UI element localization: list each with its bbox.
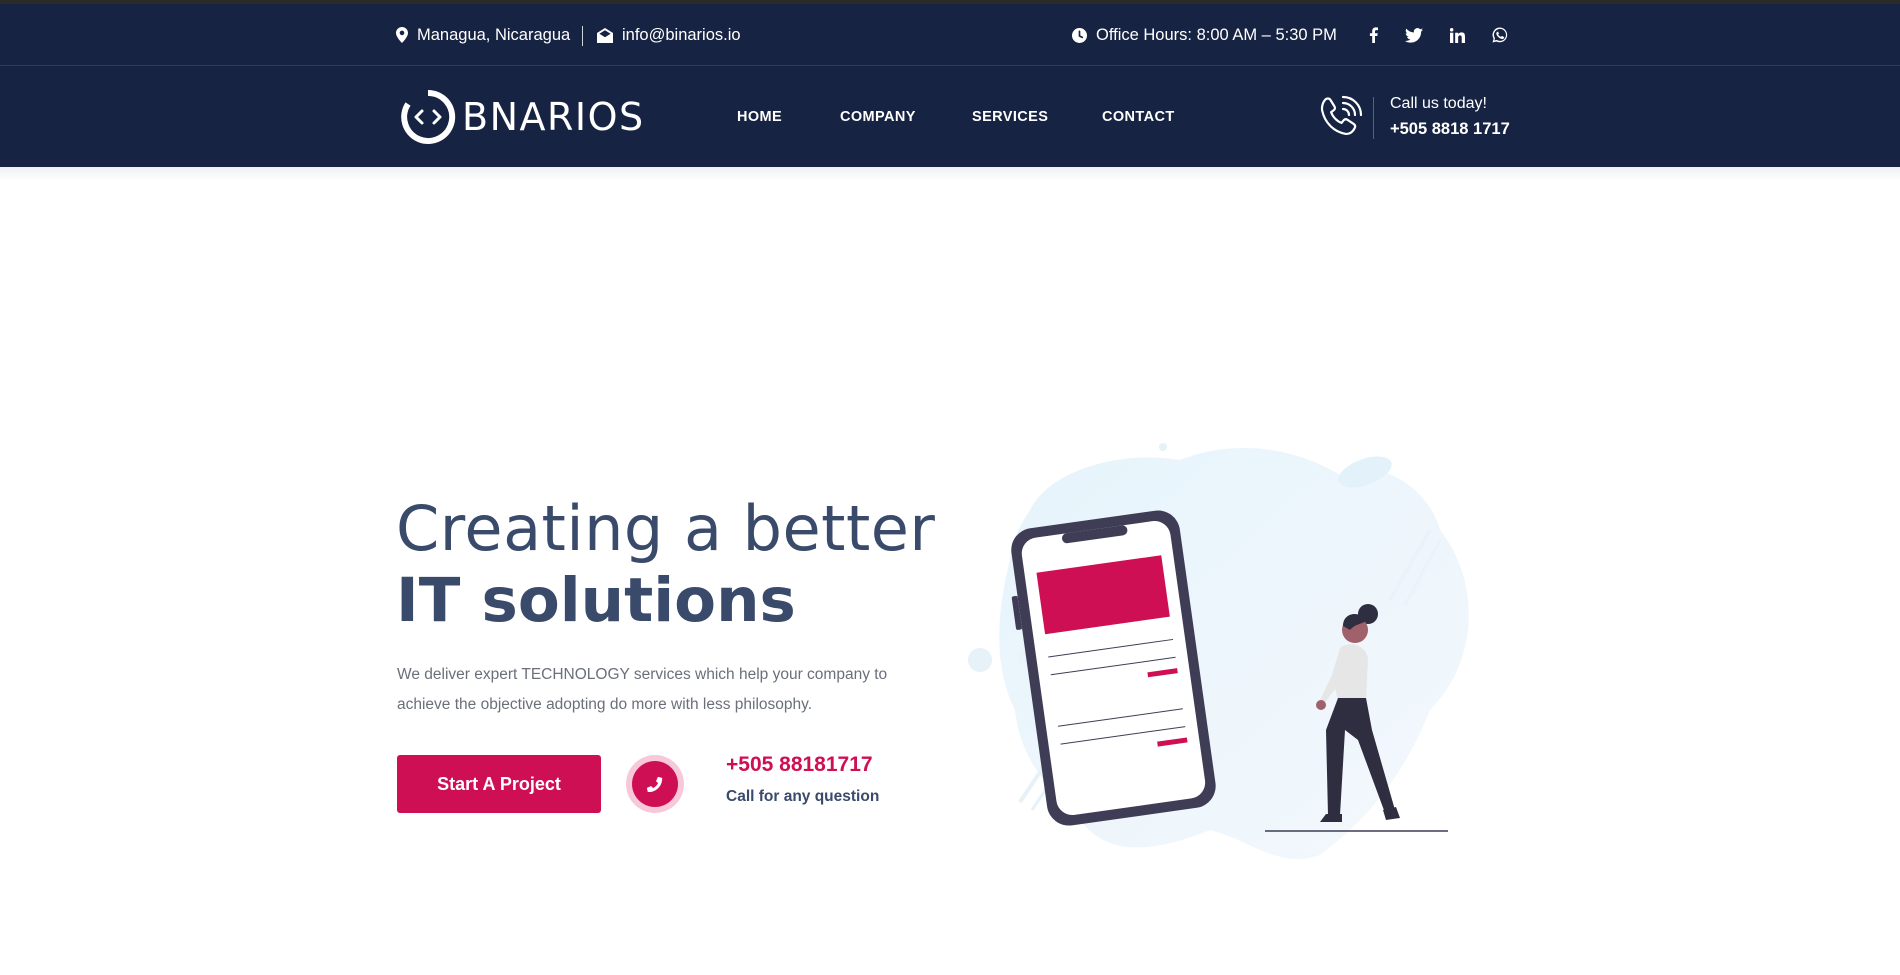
clock-icon bbox=[1072, 27, 1087, 43]
site-header: Managua, Nicaragua info@binarios.io Offi… bbox=[0, 0, 1900, 167]
email-link[interactable]: info@binarios.io bbox=[622, 26, 741, 45]
nav-contact[interactable]: CONTACT bbox=[1102, 67, 1175, 167]
call-label: Call us today! bbox=[1390, 95, 1487, 112]
call-button[interactable] bbox=[626, 755, 684, 813]
call-button-inner bbox=[632, 761, 678, 807]
top-bar: Managua, Nicaragua info@binarios.io Offi… bbox=[0, 4, 1900, 66]
topbar-divider bbox=[582, 26, 583, 46]
hero-illustration bbox=[968, 443, 1469, 860]
envelope-open-icon bbox=[597, 27, 613, 43]
email-info[interactable]: info@binarios.io bbox=[597, 4, 741, 66]
nav-services[interactable]: SERVICES bbox=[972, 67, 1048, 167]
call-divider bbox=[1373, 97, 1374, 139]
twitter-icon bbox=[1405, 27, 1423, 43]
whatsapp-icon bbox=[1492, 27, 1508, 43]
header-shadow bbox=[0, 167, 1900, 181]
site-logo[interactable]: BNARIOS bbox=[398, 86, 645, 148]
logo-mark-icon bbox=[401, 89, 456, 144]
whatsapp-link[interactable] bbox=[1488, 4, 1512, 66]
phone-icon bbox=[647, 776, 663, 792]
office-hours-info: Office Hours: 8:00 AM – 5:30 PM bbox=[1072, 4, 1337, 66]
phone-ringing-icon bbox=[1320, 95, 1363, 136]
office-hours-text: Office Hours: 8:00 AM – 5:30 PM bbox=[1096, 25, 1337, 44]
location-text: Managua, Nicaragua bbox=[417, 25, 571, 44]
facebook-icon bbox=[1369, 27, 1378, 43]
hero-title-line1: Creating a better bbox=[396, 492, 936, 565]
location-info: Managua, Nicaragua bbox=[396, 4, 570, 66]
twitter-link[interactable] bbox=[1402, 4, 1426, 66]
facebook-link[interactable] bbox=[1361, 4, 1385, 66]
header-call-number[interactable]: +505 8818 1717 bbox=[1390, 120, 1510, 139]
nav-home[interactable]: HOME bbox=[737, 67, 782, 167]
hero-description: We deliver expert TECHNOLOGY services wh… bbox=[397, 666, 888, 713]
nav-company[interactable]: COMPANY bbox=[840, 67, 916, 167]
linkedin-icon bbox=[1449, 27, 1465, 43]
logo-text: BNARIOS bbox=[462, 95, 645, 139]
hero-phone-number[interactable]: +505 88181717 bbox=[726, 753, 873, 777]
map-pin-icon bbox=[396, 27, 408, 43]
start-project-button[interactable]: Start A Project bbox=[397, 755, 601, 813]
linkedin-link[interactable] bbox=[1445, 4, 1469, 66]
main-navigation: BNARIOS HOME COMPANY SERVICES CONTACT Ca… bbox=[0, 67, 1900, 167]
hero-phone-caption: Call for any question bbox=[726, 788, 880, 805]
hero-title-line2: IT solutions bbox=[396, 565, 796, 636]
